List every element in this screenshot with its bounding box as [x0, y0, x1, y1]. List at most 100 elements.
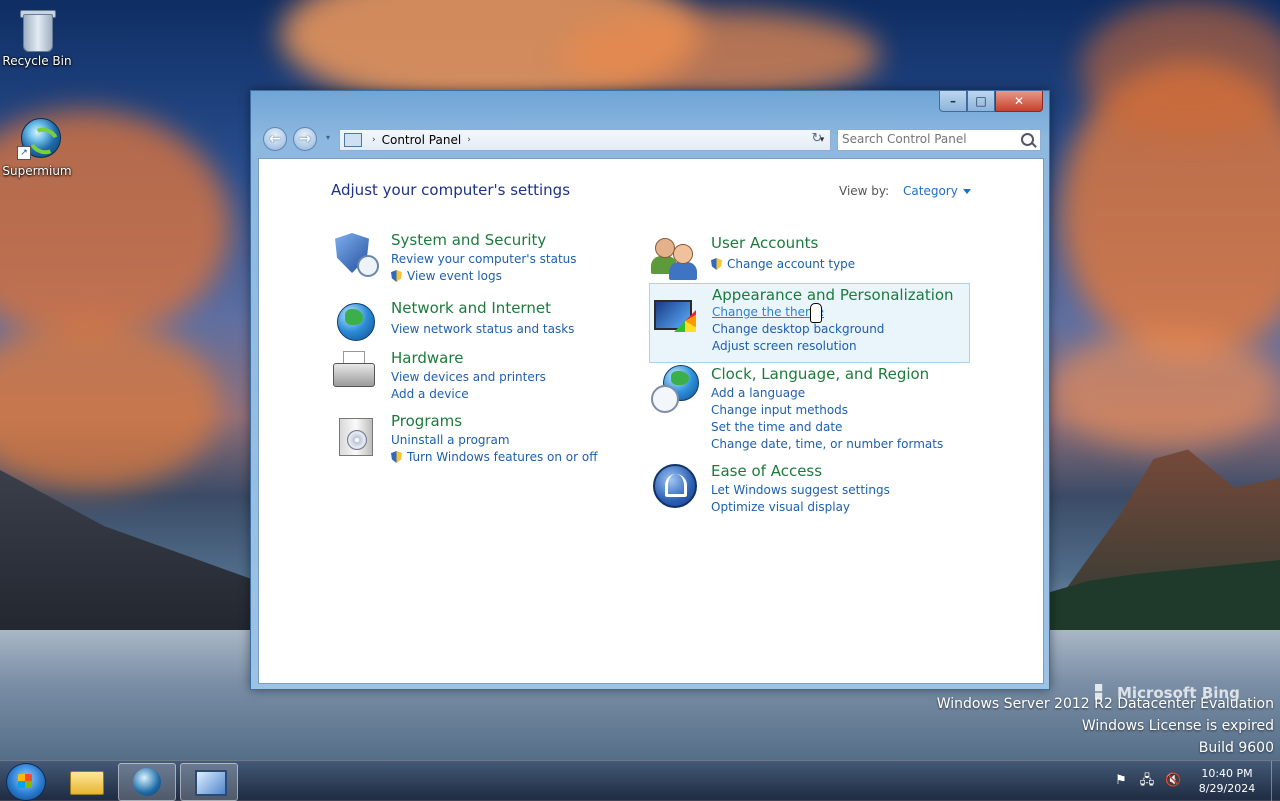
recent-locations-button[interactable]: ▾ — [326, 133, 330, 142]
breadcrumb-separator-icon[interactable]: › — [372, 135, 376, 145]
category-title[interactable]: Programs — [391, 412, 462, 430]
clock-time: 10:40 PM — [1201, 767, 1253, 780]
start-button[interactable] — [6, 763, 46, 801]
minimize-button[interactable]: – — [939, 91, 967, 112]
search-input[interactable] — [838, 130, 1018, 148]
category-system-security: System and Security Review your computer… — [331, 231, 591, 283]
category-appearance-personalization[interactable]: Appearance and Personalization Change th… — [649, 283, 970, 363]
edition-line: Windows Server 2012 R2 Datacenter Evalua… — [936, 696, 1274, 712]
category-title[interactable]: User Accounts — [711, 234, 818, 252]
search-box[interactable] — [837, 129, 1041, 151]
page-title: Adjust your computer's settings — [331, 181, 571, 199]
taskbar-control-panel[interactable] — [180, 763, 238, 801]
close-button[interactable]: ✕ — [995, 91, 1043, 112]
control-panel-icon — [344, 133, 362, 147]
maximize-button[interactable]: □ — [967, 91, 995, 112]
link-devices-printers[interactable]: View devices and printers — [391, 369, 546, 386]
content-pane: Adjust your computer's settings View by:… — [258, 158, 1044, 684]
taskbar-clock[interactable]: 10:40 PM 8/29/2024 — [1191, 766, 1263, 796]
category-title[interactable]: Appearance and Personalization — [712, 286, 954, 304]
link-windows-features[interactable]: Turn Windows features on or off — [391, 449, 598, 466]
windows-edition-watermark: Windows Server 2012 R2 Datacenter Evalua… — [937, 693, 1274, 759]
link-add-device[interactable]: Add a device — [391, 386, 546, 403]
window-controls: – □ ✕ — [939, 91, 1043, 112]
link-view-event-logs[interactable]: View event logs — [391, 268, 577, 285]
control-panel-window: – □ ✕ ← → ▾ › Control Panel › ▾ ↻ Adjust… — [250, 90, 1050, 690]
link-change-theme[interactable]: Change the theme — [712, 304, 884, 321]
uac-shield-icon — [711, 258, 722, 270]
chevron-down-icon[interactable] — [962, 189, 971, 194]
link-label[interactable]: Turn Windows features on or off — [407, 450, 598, 464]
windows-start-icon — [18, 774, 32, 788]
globe-clock-icon[interactable] — [651, 365, 699, 413]
view-by-value[interactable]: Category — [903, 184, 958, 198]
refresh-button[interactable]: ↻ — [807, 129, 827, 149]
link-desktop-background[interactable]: Change desktop background — [712, 321, 884, 338]
view-by-dropdown[interactable]: Category — [903, 184, 971, 198]
link-optimize-display[interactable]: Optimize visual display — [711, 499, 890, 516]
users-icon[interactable] — [651, 234, 699, 282]
mouse-pointer-hand-icon — [808, 303, 822, 323]
link-change-account-type[interactable]: Change account type — [711, 256, 855, 273]
desktop-icon-label: Supermium — [2, 164, 72, 178]
category-network-internet: Network and Internet View network status… — [331, 299, 591, 341]
show-desktop-button[interactable] — [1271, 761, 1280, 801]
build-line: Build 9600 — [1198, 740, 1274, 756]
category-title[interactable]: Network and Internet — [391, 299, 551, 317]
license-line: Windows License is expired — [1081, 718, 1274, 734]
volume-muted-icon[interactable]: 🔇 — [1165, 773, 1181, 789]
desktop-icon-recycle-bin[interactable]: Recycle Bin — [0, 6, 77, 68]
control-panel-icon — [195, 770, 227, 796]
link-network-status[interactable]: View network status and tasks — [391, 321, 574, 338]
view-by: View by: Category — [839, 184, 971, 198]
network-icon[interactable]: 🖧 — [1139, 773, 1155, 789]
taskbar: ⚑ 🖧 🔇 10:40 PM 8/29/2024 — [0, 760, 1280, 801]
supermium-browser-icon — [133, 768, 161, 796]
shield-icon[interactable] — [331, 231, 379, 279]
taskbar-supermium[interactable] — [118, 763, 176, 801]
category-programs: Programs Uninstall a program Turn Window… — [331, 412, 598, 464]
action-center-flag-icon[interactable]: ⚑ — [1113, 773, 1129, 789]
link-time-date[interactable]: Set the time and date — [711, 419, 943, 436]
link-label[interactable]: View event logs — [407, 269, 502, 283]
category-title[interactable]: System and Security — [391, 231, 546, 249]
recycle-bin-icon — [17, 6, 57, 52]
folder-icon — [70, 771, 104, 795]
breadcrumb-chevron-icon[interactable]: › — [467, 135, 471, 145]
forward-button[interactable]: → — [293, 127, 317, 151]
view-by-label: View by: — [839, 184, 890, 198]
ease-of-access-icon[interactable] — [651, 462, 699, 510]
link-label[interactable]: Change account type — [727, 257, 855, 271]
navigation-bar: ← → ▾ › Control Panel › ▾ ↻ — [251, 121, 1049, 155]
breadcrumb-control-panel[interactable]: Control Panel — [382, 133, 462, 147]
link-uninstall-program[interactable]: Uninstall a program — [391, 432, 598, 449]
category-hardware: Hardware View devices and printers Add a… — [331, 349, 591, 401]
search-icon[interactable] — [1021, 133, 1034, 146]
taskbar-file-explorer[interactable] — [58, 763, 114, 799]
link-suggest-settings[interactable]: Let Windows suggest settings — [711, 482, 890, 499]
category-title[interactable]: Hardware — [391, 349, 463, 367]
desktop-icon-supermium[interactable]: ↗ Supermium — [0, 116, 77, 178]
network-globe-icon[interactable] — [331, 299, 379, 347]
link-review-status[interactable]: Review your computer's status — [391, 251, 577, 268]
category-ease-of-access: Ease of Access Let Windows suggest setti… — [651, 462, 951, 514]
uac-shield-icon — [391, 451, 402, 463]
category-user-accounts: User Accounts Change account type — [651, 234, 951, 280]
category-clock-language-region: Clock, Language, and Region Add a langua… — [651, 365, 971, 451]
printer-icon[interactable] — [331, 349, 379, 397]
uac-shield-icon — [391, 270, 402, 282]
back-button[interactable]: ← — [263, 127, 287, 151]
programs-disc-icon[interactable] — [331, 412, 379, 460]
category-title[interactable]: Ease of Access — [711, 462, 822, 480]
supermium-browser-icon: ↗ — [17, 116, 63, 160]
address-bar[interactable]: › Control Panel › ▾ — [339, 129, 831, 151]
link-add-language[interactable]: Add a language — [711, 385, 943, 402]
link-screen-resolution[interactable]: Adjust screen resolution — [712, 338, 884, 355]
link-formats[interactable]: Change date, time, or number formats — [711, 436, 943, 453]
clock-date: 8/29/2024 — [1198, 782, 1256, 795]
category-title[interactable]: Clock, Language, and Region — [711, 365, 929, 383]
desktop-icon-label: Recycle Bin — [2, 54, 72, 68]
link-input-methods[interactable]: Change input methods — [711, 402, 943, 419]
display-palette-icon[interactable] — [652, 294, 700, 342]
system-tray: ⚑ 🖧 🔇 10:40 PM 8/29/2024 — [1113, 761, 1280, 801]
